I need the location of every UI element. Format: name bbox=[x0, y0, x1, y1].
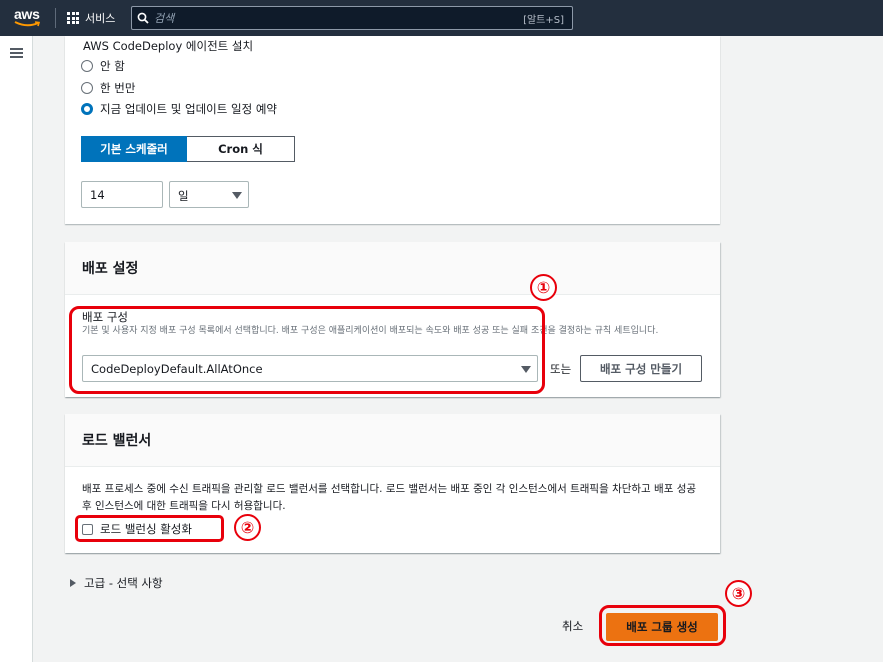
services-label: 서비스 bbox=[85, 12, 116, 25]
search-shortcut-hint: [알트+S] bbox=[523, 14, 564, 26]
deploy-settings-header: 배포 설정 bbox=[65, 242, 720, 295]
annotation-box-create-button bbox=[599, 605, 726, 646]
annotation-marker-2: ② bbox=[234, 514, 261, 541]
top-navigation-bar: aws 서비스 [알트+S] bbox=[0, 0, 883, 36]
services-menu-button[interactable]: 서비스 bbox=[67, 0, 115, 36]
radio-never[interactable]: 안 함 bbox=[81, 58, 125, 74]
caret-right-icon bbox=[70, 579, 76, 587]
advanced-options-expander[interactable]: 고급 - 선택 사항 bbox=[70, 575, 163, 591]
interval-value-input[interactable]: 14 bbox=[81, 181, 163, 208]
radio-button-selected[interactable] bbox=[81, 103, 93, 115]
radio-label: 한 번만 bbox=[100, 81, 136, 95]
annotation-box-load-balancing bbox=[75, 515, 224, 542]
advanced-options-label: 고급 - 선택 사항 bbox=[84, 576, 163, 590]
left-side-rail bbox=[0, 36, 33, 662]
interval-unit-value: 일 bbox=[178, 189, 189, 203]
search-input[interactable] bbox=[154, 11, 524, 25]
agent-install-label: AWS CodeDeploy 에이전트 설치 bbox=[83, 39, 254, 53]
hamburger-menu-icon[interactable] bbox=[10, 48, 23, 58]
search-bar[interactable]: [알트+S] bbox=[131, 6, 573, 30]
deploy-settings-title: 배포 설정 bbox=[82, 261, 139, 277]
create-deploy-config-button[interactable]: 배포 구성 만들기 bbox=[580, 355, 702, 382]
load-balancer-title: 로드 밸런서 bbox=[82, 433, 152, 449]
tab-cron-expression[interactable]: Cron 식 bbox=[187, 136, 295, 162]
radio-label: 지금 업데이트 및 업데이트 일정 예약 bbox=[100, 102, 277, 116]
annotation-marker-3: ③ bbox=[725, 580, 752, 607]
load-balancer-description: 배포 프로세스 중에 수신 트래픽을 관리할 로드 밸런서를 선택합니다. 로드… bbox=[82, 483, 697, 512]
radio-once[interactable]: 한 번만 bbox=[81, 80, 135, 96]
search-icon bbox=[132, 12, 154, 24]
tab-basic-scheduler[interactable]: 기본 스케줄러 bbox=[81, 136, 187, 162]
load-balancer-header: 로드 밸런서 bbox=[65, 414, 720, 467]
chevron-down-icon bbox=[232, 192, 242, 199]
nav-divider bbox=[55, 8, 56, 28]
radio-button[interactable] bbox=[81, 60, 93, 72]
agent-install-panel: AWS CodeDeploy 에이전트 설치 안 함 한 번만 지금 업데이트 … bbox=[65, 36, 720, 224]
radio-button[interactable] bbox=[81, 82, 93, 94]
interval-unit-select[interactable]: 일 bbox=[169, 181, 249, 208]
radio-update-and-schedule[interactable]: 지금 업데이트 및 업데이트 일정 예약 bbox=[81, 101, 277, 117]
or-text: 또는 bbox=[550, 362, 572, 376]
aws-logo-text: aws bbox=[14, 6, 40, 22]
annotation-box-deploy-config bbox=[69, 306, 545, 394]
aws-logo[interactable]: aws bbox=[12, 5, 46, 31]
services-grid-icon bbox=[67, 12, 79, 24]
radio-label: 안 함 bbox=[100, 59, 125, 73]
cancel-button[interactable]: 취소 bbox=[562, 618, 583, 634]
aws-smile-icon bbox=[14, 21, 41, 27]
scheduler-segmented-control: 기본 스케줄러 Cron 식 bbox=[81, 136, 295, 162]
annotation-marker-1: ① bbox=[530, 274, 557, 301]
